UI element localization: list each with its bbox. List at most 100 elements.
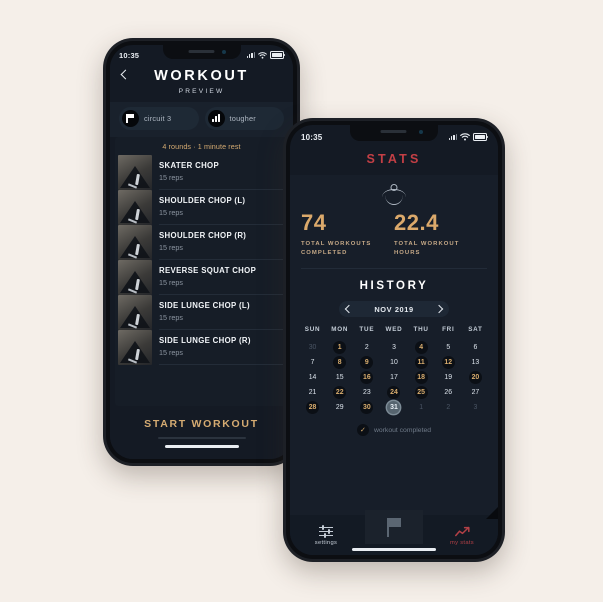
calendar-day[interactable]: 16 bbox=[360, 371, 374, 385]
exercise-list[interactable]: SKATER CHOP 15 reps SHOULDER CHOP (L) 15… bbox=[115, 154, 288, 406]
home-indicator[interactable] bbox=[164, 445, 239, 448]
start-workout-button[interactable]: START WORKOUT bbox=[110, 418, 293, 430]
pill-circuit-label: circuit 3 bbox=[144, 113, 172, 123]
calendar-day[interactable]: 28 bbox=[306, 401, 320, 415]
exercise-thumbnail bbox=[118, 259, 152, 295]
calendar-day[interactable]: 13 bbox=[469, 356, 482, 369]
calendar-cell: 12 bbox=[435, 355, 462, 370]
stats-content: 7 4 TOTAL WORKOUTS COMPLETED 22.4 TOTAL WO… bbox=[290, 175, 498, 515]
month-navigator[interactable]: NOV 2019 bbox=[339, 301, 449, 318]
calendar-day[interactable]: 6 bbox=[469, 341, 482, 354]
calendar-day[interactable]: 31 bbox=[387, 401, 401, 415]
list-item[interactable]: REVERSE SQUAT CHOP 15 reps bbox=[118, 259, 285, 295]
list-item[interactable]: SKATER CHOP 15 reps bbox=[118, 154, 285, 190]
calendar-day[interactable]: 20 bbox=[468, 371, 482, 385]
calendar-day[interactable]: 3 bbox=[387, 341, 400, 354]
exercise-name: SIDE LUNGE CHOP (R) bbox=[159, 336, 251, 345]
stats-phone: 10:35 STATS 74 TOTAL WORKOUTS COMPLETED … bbox=[283, 118, 505, 562]
calendar: SUN MON TUE WED THU FRI SAT 30 1 2 3 4 5 6 7 8 9 1… bbox=[290, 317, 498, 415]
chevron-left-icon[interactable] bbox=[344, 305, 354, 314]
calendar-day[interactable]: 12 bbox=[441, 356, 455, 370]
calendar-day[interactable]: 9 bbox=[360, 356, 374, 370]
stat-value: 22.4 bbox=[394, 210, 439, 235]
speaker-icon bbox=[187, 50, 214, 53]
calendar-day[interactable]: 25 bbox=[414, 386, 428, 400]
calendar-day[interactable]: 30 bbox=[306, 341, 319, 354]
workout-phone: 10:35 WORKOUT PREVIEW circuit 3 tougher … bbox=[103, 38, 300, 466]
back-button[interactable] bbox=[120, 71, 129, 80]
calendar-cell: 25 bbox=[408, 385, 435, 400]
calendar-cell: 26 bbox=[435, 385, 462, 400]
tab-bar: settings my stats bbox=[290, 507, 498, 555]
calendar-day[interactable]: 15 bbox=[333, 371, 346, 384]
exercise-name: SHOULDER CHOP (R) bbox=[159, 231, 247, 240]
calendar-cell: 14 bbox=[299, 370, 326, 385]
calendar-day[interactable]: 14 bbox=[306, 371, 319, 384]
calendar-day[interactable]: 21 bbox=[306, 386, 319, 399]
history-heading: HISTORY bbox=[359, 280, 429, 293]
calendar-day[interactable]: 11 bbox=[414, 356, 428, 370]
signal-icon bbox=[246, 51, 255, 58]
stat-label: TOTAL WORKOUTS COMPLETED bbox=[301, 241, 372, 257]
calendar-day[interactable]: 26 bbox=[442, 386, 455, 399]
pill-circuit[interactable]: circuit 3 bbox=[119, 106, 199, 130]
stats-summary: 74 TOTAL WORKOUTS COMPLETED 22.4 TOTAL WO… bbox=[290, 204, 498, 268]
calendar-day[interactable]: 3 bbox=[469, 401, 482, 414]
day-name: WED bbox=[385, 326, 403, 334]
calendar-day[interactable]: 23 bbox=[360, 386, 373, 399]
notch bbox=[350, 125, 438, 141]
calendar-cell: 4 bbox=[408, 340, 435, 355]
tab-settings[interactable]: settings bbox=[304, 525, 348, 555]
signal-icon bbox=[448, 133, 457, 140]
calendar-day[interactable]: 8 bbox=[333, 356, 347, 370]
chevron-right-icon[interactable] bbox=[434, 305, 444, 314]
calendar-day[interactable]: 5 bbox=[442, 341, 455, 354]
calendar-cell: 30 bbox=[353, 400, 380, 415]
start-workout-section: START WORKOUT bbox=[110, 405, 293, 459]
calendar-day[interactable]: 24 bbox=[387, 386, 401, 400]
pill-intensity[interactable]: tougher bbox=[204, 106, 284, 130]
calendar-day[interactable]: 10 bbox=[387, 356, 400, 369]
check-icon: ✓ bbox=[356, 424, 369, 437]
calendar-day[interactable]: 18 bbox=[414, 371, 428, 385]
tab-workout[interactable] bbox=[365, 510, 423, 544]
calendar-day[interactable]: 2 bbox=[442, 401, 455, 414]
calendar-cell: 1 bbox=[326, 340, 353, 355]
list-item[interactable]: SIDE LUNGE CHOP (R) 15 reps bbox=[118, 329, 285, 365]
list-item[interactable]: SHOULDER CHOP (R) 15 reps bbox=[118, 224, 285, 260]
bar-chart-icon bbox=[207, 109, 225, 127]
exercise-name: SIDE LUNGE CHOP (L) bbox=[159, 301, 250, 310]
calendar-cell: 27 bbox=[462, 385, 489, 400]
calendar-day[interactable]: 22 bbox=[333, 386, 347, 400]
calendar-cell: 2 bbox=[353, 340, 380, 355]
stat-label: TOTAL WORKOUT HOURS bbox=[394, 241, 460, 257]
calendar-cell: 19 bbox=[435, 370, 462, 385]
calendar-cell: 7 bbox=[299, 355, 326, 370]
notch bbox=[162, 45, 241, 59]
calendar-day[interactable]: 1 bbox=[415, 401, 428, 414]
exercise-reps: 15 reps bbox=[159, 243, 183, 252]
exercise-reps: 15 reps bbox=[159, 173, 183, 182]
calendar-day[interactable]: 4 bbox=[414, 341, 428, 355]
list-item[interactable]: SIDE LUNGE CHOP (L) 15 reps bbox=[118, 294, 285, 330]
calendar-day[interactable]: 19 bbox=[442, 371, 455, 384]
day-name: THU bbox=[413, 326, 429, 334]
calendar-day[interactable]: 29 bbox=[333, 401, 346, 414]
tab-my-stats[interactable]: my stats bbox=[440, 526, 484, 555]
page-title: STATS bbox=[290, 146, 498, 175]
home-indicator[interactable] bbox=[352, 548, 436, 551]
calendar-cell: 22 bbox=[326, 385, 353, 400]
calendar-cell: 24 bbox=[380, 385, 407, 400]
calendar-day[interactable]: 1 bbox=[333, 341, 347, 355]
calendar-week-row: 21 22 23 24 25 26 27 bbox=[299, 385, 489, 400]
calendar-day[interactable]: 2 bbox=[360, 341, 373, 354]
day-name: SUN bbox=[304, 326, 321, 334]
calendar-day[interactable]: 7 bbox=[306, 356, 319, 369]
trending-up-icon bbox=[454, 526, 470, 537]
calendar-day[interactable]: 27 bbox=[469, 386, 482, 399]
calendar-day[interactable]: 17 bbox=[387, 371, 400, 384]
calendar-day[interactable]: 30 bbox=[360, 401, 374, 415]
exercise-thumbnail bbox=[118, 294, 152, 330]
list-item[interactable]: SHOULDER CHOP (L) 15 reps bbox=[118, 189, 285, 225]
calendar-cell: 31 bbox=[380, 400, 407, 415]
